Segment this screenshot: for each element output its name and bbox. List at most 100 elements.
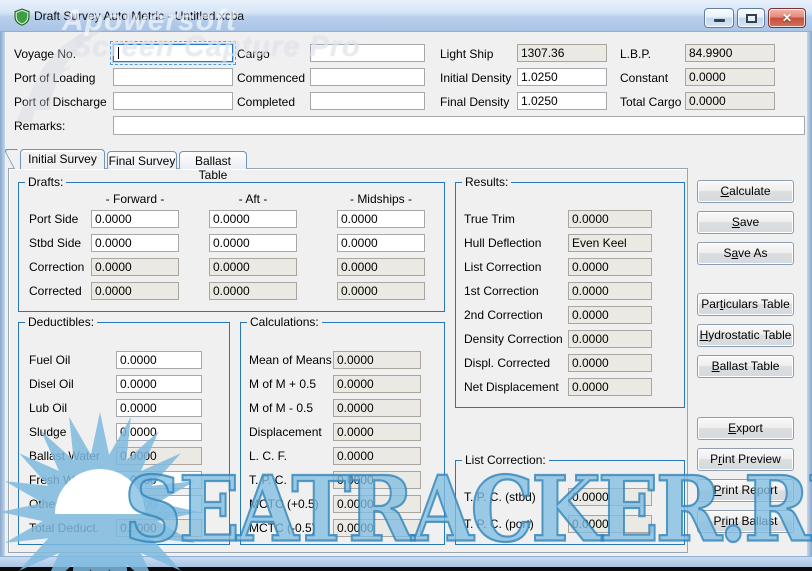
save-as-button[interactable]: Save As [697,242,794,265]
commenced-input[interactable] [310,68,425,86]
port-side-label: Port Side [29,212,78,226]
drafts-group-title: Drafts: [25,175,66,189]
port-of-loading-input[interactable] [113,68,233,86]
density-correction-field: 0.0000 [568,330,652,348]
calculate-button[interactable]: Calculate [697,180,794,203]
minimize-icon [714,19,725,22]
results-group-title: Results: [462,175,511,189]
displ-corrected-label: Displ. Corrected [464,356,550,370]
total-cargo-label: Total Cargo [620,95,681,109]
list-correction-field: 0.0000 [568,258,652,276]
calculations-group: Calculations: Mean of Means0.0000M of M … [240,322,445,545]
2nd-correction-field: 0.0000 [568,306,652,324]
lub-oil-field[interactable]: 0.0000 [116,399,202,417]
tab-initial-survey[interactable]: Initial Survey [20,149,105,169]
cargo-input[interactable] [310,44,425,62]
save-button[interactable]: Save [697,211,794,234]
list-correction-group: List Correction: T. P. C. (stbd)0.0000T.… [455,460,685,545]
text-caret [118,47,119,59]
app-window: Draft Survey Auto Metric - Untitled.xcba… [0,0,812,571]
stbd-side-1-field[interactable]: 0.0000 [209,234,297,252]
ballast-table-button[interactable]: Ballast Table [697,355,794,378]
completed-label: Completed [237,95,295,109]
port-side-1-field[interactable]: 0.0000 [209,210,297,228]
ballast-water-field: 0.0000 [116,447,202,465]
export-button[interactable]: Export [697,417,794,440]
l-c-f-label: L. C. F. [249,449,287,463]
forward-column-header: - Forward - [91,192,179,206]
particulars-table-button[interactable]: Particulars Table [697,293,794,316]
print-report-button[interactable]: Print Report [697,479,794,502]
hull-deflection-label: Hull Deflection [464,236,541,250]
m-of-m-0-5-field: 0.0000 [333,399,421,417]
commenced-label: Commenced [237,71,305,85]
displacement-label: Displacement [249,425,322,439]
port-of-loading-label: Port of Loading [14,71,95,85]
1st-correction-field: 0.0000 [568,282,652,300]
m-of-m-0-5-label: M of M + 0.5 [249,377,316,391]
tab-ballast-table[interactable]: Ballast Table [179,151,247,169]
mean-of-means-label: Mean of Means [249,353,332,367]
window-controls: ✕ [704,8,806,28]
stbd-side-2-field[interactable]: 0.0000 [337,234,425,252]
m-of-m-0-5-label: M of M - 0.5 [249,401,313,415]
titlebar[interactable]: Draft Survey Auto Metric - Untitled.xcba… [0,0,812,32]
corrected-0-field: 0.0000 [91,282,179,300]
calculations-group-title: Calculations: [247,315,322,329]
t-p-c-field: 0.0000 [333,471,421,489]
voyage-no-label: Voyage No. [14,47,76,61]
sludge-field[interactable]: 0.0000 [116,423,202,441]
t-p-c-port-label: T. P. C. (port) [464,517,534,531]
fuel-oil-field[interactable]: 0.0000 [116,351,202,369]
voyage-no-input[interactable] [113,44,233,62]
stbd-side-0-field[interactable]: 0.0000 [91,234,179,252]
other-field[interactable]: 0.0000 [116,495,202,513]
list-correction-label: List Correction [464,260,541,274]
mctc-0-5-field: 0.0000 [333,519,421,537]
minimize-button[interactable] [704,8,734,28]
print-preview-button[interactable]: Print Preview [697,448,794,471]
lbp-label: L.B.P. [620,47,651,61]
fresh-water-field[interactable]: 0.0000 [116,471,202,489]
correction-0-field: 0.0000 [91,258,179,276]
2nd-correction-label: 2nd Correction [464,308,543,322]
l-c-f-field: 0.0000 [333,447,421,465]
close-button[interactable]: ✕ [768,8,806,28]
hydrostatic-table-button[interactable]: Hydrostatic Table [697,324,794,347]
net-displacement-field: 0.0000 [568,378,652,396]
drafts-group: Drafts: - Forward - - Aft - - Midships -… [18,182,445,312]
total-cargo-field: 0.0000 [685,92,775,110]
tab-final-survey[interactable]: Final Survey [107,151,177,169]
maximize-button[interactable] [737,8,765,28]
midships-column-header: - Midships - [337,192,425,206]
corrected-2-field: 0.0000 [337,282,425,300]
light-ship-label: Light Ship [440,47,493,61]
correction-1-field: 0.0000 [209,258,297,276]
final-density-label: Final Density [440,95,509,109]
maximize-icon [746,14,757,23]
initial-density-label: Initial Density [440,71,511,85]
fuel-oil-label: Fuel Oil [29,353,70,367]
results-group: Results: True Trim0.0000Hull DeflectionE… [455,182,685,408]
initial-density-input[interactable]: 1.0250 [517,68,607,86]
print-ballast-button[interactable]: Print Ballast [697,510,794,533]
port-side-0-field[interactable]: 0.0000 [91,210,179,228]
port-of-discharge-input[interactable] [113,92,233,110]
m-of-m-0-5-field: 0.0000 [333,375,421,393]
remarks-input[interactable] [113,116,805,135]
sludge-label: Sludge [29,425,66,439]
final-density-input[interactable]: 1.0250 [517,92,607,110]
window-title: Draft Survey Auto Metric - Untitled.xcba [34,9,244,23]
deductibles-group-title: Deductibles: [25,315,97,329]
window-border-right [807,32,812,567]
corrected-1-field: 0.0000 [209,282,297,300]
net-displacement-label: Net Displacement [464,380,559,394]
list-correction-group-title: List Correction: [462,453,549,467]
true-trim-label: True Trim [464,212,515,226]
completed-input[interactable] [310,92,425,110]
port-side-2-field[interactable]: 0.0000 [337,210,425,228]
disel-oil-field[interactable]: 0.0000 [116,375,202,393]
displacement-field: 0.0000 [333,423,421,441]
window-border-bottom [0,556,812,567]
port-of-discharge-label: Port of Discharge [14,95,107,109]
